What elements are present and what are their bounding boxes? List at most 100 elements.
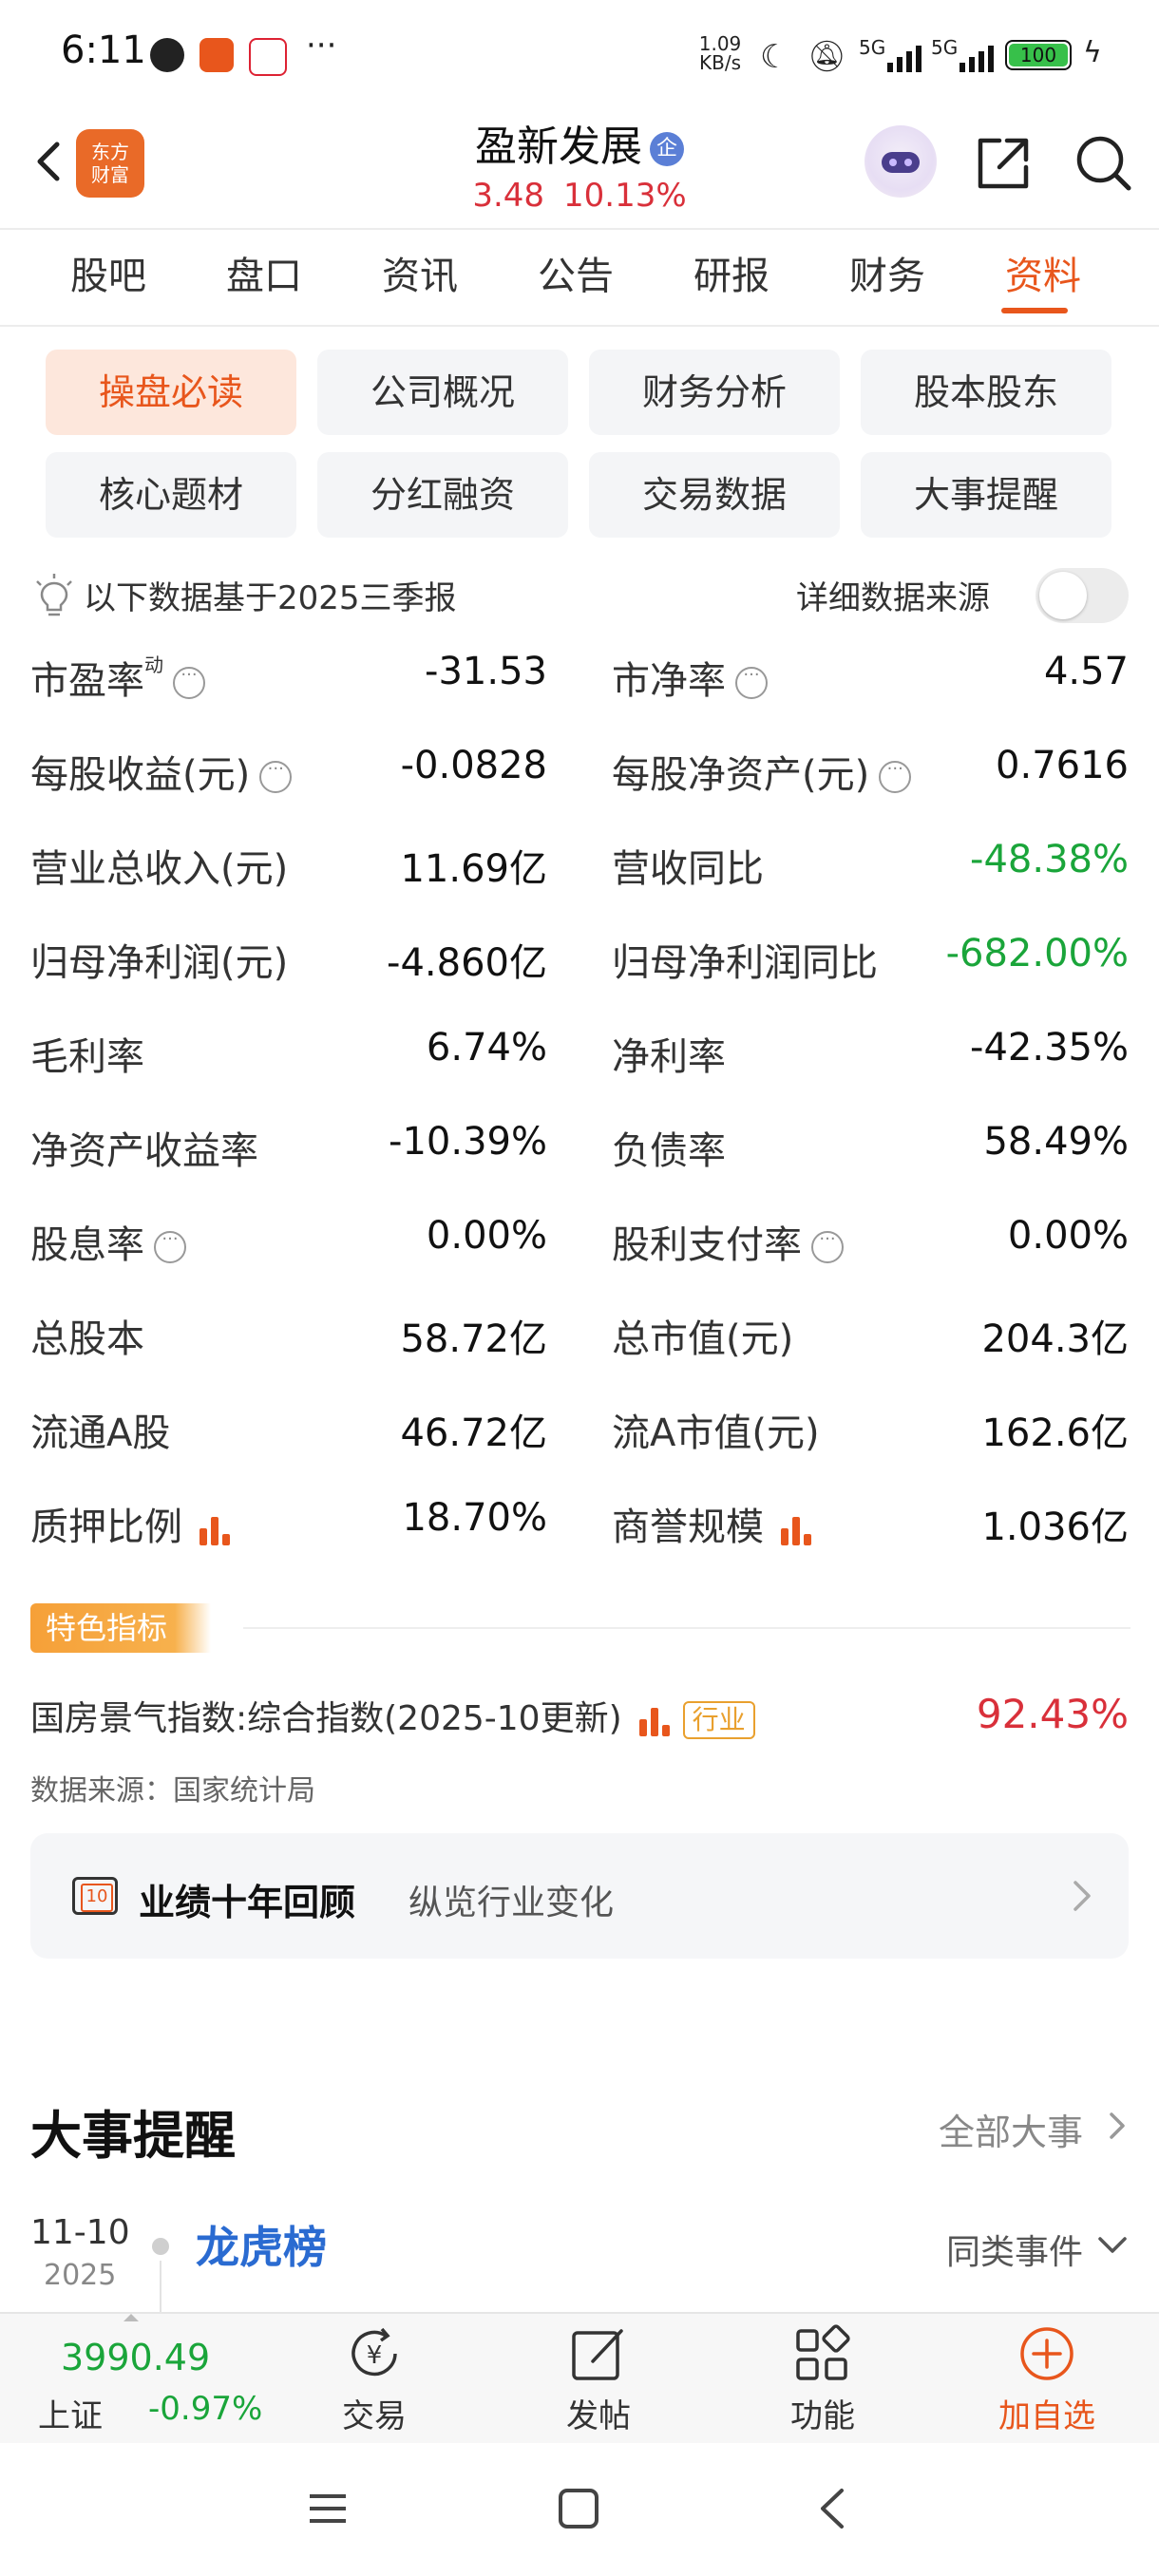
info-icon[interactable] (259, 759, 293, 793)
events-title: 大事提醒 (30, 2106, 236, 2166)
chip-trading-data[interactable]: 交易数据 (589, 452, 840, 538)
metric-label-text: 营收同比 (612, 847, 764, 891)
nav-functions[interactable]: 功能 (747, 2390, 899, 2436)
metric-label-text: 质押比例 (30, 1506, 182, 1549)
metric-value: -31.53 (425, 650, 547, 693)
tab-announcement[interactable]: 公告 (538, 245, 614, 300)
enterprise-badge: 企 (650, 132, 684, 166)
metric-label[interactable]: 质押比例 (30, 1496, 234, 1551)
chip-trading-essentials[interactable]: 操盘必读 (46, 350, 296, 435)
metric-label: 净资产收益率 (30, 1120, 258, 1175)
metric-value: 162.6亿 (981, 1411, 1129, 1455)
info-icon[interactable] (811, 1229, 844, 1263)
nav-post[interactable]: 发帖 (522, 2390, 674, 2436)
tab-news[interactable]: 资讯 (382, 245, 458, 300)
tab-finance[interactable]: 财务 (849, 245, 925, 300)
chip-shareholders[interactable]: 股本股东 (861, 350, 1112, 435)
edit-icon[interactable] (568, 2323, 629, 2384)
info-icon[interactable] (735, 665, 768, 699)
metric-label: 流通A股 (30, 1402, 170, 1457)
metric-value: 4.57 (1043, 650, 1129, 693)
status-bar: 6:11 ··· 1.09 KB/s ☾ 🔕︎ 5G 5G 100 ϟ (0, 0, 1159, 104)
event-title[interactable]: 龙虎榜 (196, 2213, 327, 2276)
chip-company-overview[interactable]: 公司概况 (317, 350, 568, 435)
info-icon[interactable] (879, 759, 912, 793)
search-icon[interactable] (1072, 131, 1136, 196)
tab-guba[interactable]: 股吧 (70, 245, 146, 300)
toggle-knob (1039, 572, 1087, 619)
feature-tag: 特色指标 (30, 1603, 211, 1653)
metric-sup: 动 (144, 653, 163, 676)
metric-label[interactable]: 股利支付率 (612, 1214, 844, 1269)
metric-value: 11.69亿 (400, 847, 547, 891)
battery-level: 100 (1009, 44, 1068, 66)
info-icon[interactable] (154, 1229, 186, 1263)
metric-value: 46.72亿 (400, 1411, 547, 1455)
metric-label-text: 负债率 (612, 1129, 726, 1173)
mute-icon: 🔕︎ (808, 38, 846, 74)
chip-dividend-financing[interactable]: 分红融资 (317, 452, 568, 538)
metric-label[interactable]: 市盈率动 (30, 650, 205, 705)
nav-trade[interactable]: 交易 (298, 2390, 450, 2436)
metric-value: 0.00% (426, 1214, 547, 1258)
tab-profile[interactable]: 资料 (1005, 245, 1081, 300)
chevron-right-icon (1110, 2112, 1125, 2139)
metric-label: 总股本 (30, 1308, 144, 1363)
timeline-line (160, 2261, 162, 2318)
metric-value: -48.38% (970, 838, 1129, 881)
menu-icon[interactable] (306, 2487, 350, 2530)
feature-divider (243, 1627, 1130, 1629)
notification-app-icon (200, 38, 234, 72)
info-icon[interactable] (173, 665, 205, 699)
event-date: 11-10 (30, 2213, 130, 2252)
metric-label-text: 商誉规模 (612, 1506, 764, 1549)
same-type-events[interactable]: 同类事件 (946, 2225, 1083, 2274)
plus-circle-icon[interactable] (1016, 2323, 1077, 2384)
ten-year-icon: 10 (72, 1877, 118, 1915)
all-events-link[interactable]: 全部大事 (939, 2103, 1083, 2155)
chip-financial-analysis[interactable]: 财务分析 (589, 350, 840, 435)
back-icon[interactable] (813, 2487, 851, 2530)
metric-label[interactable]: 每股收益(元) (30, 744, 293, 799)
chip-event-reminders[interactable]: 大事提醒 (861, 452, 1112, 538)
stock-change-pct: 10.13% (563, 177, 687, 215)
nav-add-watchlist[interactable]: 加自选 (971, 2390, 1123, 2436)
home-icon[interactable] (557, 2487, 600, 2530)
sh-index-value[interactable]: 3990.49 (61, 2337, 210, 2378)
ten-year-icon-text: 10 (81, 1884, 113, 1912)
bar-chart-icon[interactable] (198, 1513, 234, 1545)
yen-exchange-icon[interactable]: ¥ (344, 2323, 405, 2384)
metric-label[interactable]: 股息率 (30, 1214, 186, 1269)
bar-chart-icon[interactable] (779, 1513, 815, 1545)
metric-value: 6.74% (426, 1026, 547, 1070)
metric-label-text: 每股净资产(元) (612, 753, 870, 797)
metric-value: 204.3亿 (981, 1317, 1129, 1361)
chip-core-themes[interactable]: 核心题材 (46, 452, 296, 538)
tab-pankou[interactable]: 盘口 (226, 245, 302, 300)
metric-label[interactable]: 市净率 (612, 650, 768, 705)
moon-icon: ☾ (760, 38, 789, 76)
tab-research[interactable]: 研报 (694, 245, 770, 300)
metric-label-text: 股利支付率 (612, 1223, 802, 1267)
grid-icon[interactable] (792, 2323, 853, 2384)
event-year: 2025 (44, 2259, 117, 2292)
housing-index-label: 国房景气指数:综合指数(2025-10更新) (30, 1699, 622, 1738)
ai-assistant-avatar[interactable] (864, 125, 937, 198)
metric-label: 营业总收入(元) (30, 838, 288, 893)
stock-price: 3.48 (472, 177, 545, 215)
housing-index-row[interactable]: 国房景气指数:综合指数(2025-10更新) 行业 (30, 1691, 755, 1740)
bar-chart-icon (637, 1704, 674, 1736)
housing-index-value: 92.43% (976, 1691, 1129, 1737)
svg-text:¥: ¥ (367, 2341, 383, 2370)
data-source-label: 详细数据来源 (796, 579, 990, 617)
net-speed: 1.09 KB/s (698, 32, 742, 74)
metric-value: -682.00% (945, 932, 1129, 975)
metric-value: -0.0828 (400, 744, 547, 787)
battery-icon: 100 (1005, 40, 1072, 70)
metric-label-text: 营业总收入(元) (30, 847, 289, 891)
metric-label[interactable]: 商誉规模 (612, 1496, 815, 1551)
signal-bars-icon-2 (960, 46, 994, 72)
stock-name: 盈新发展 (475, 123, 642, 171)
share-icon[interactable] (971, 131, 1036, 196)
metric-label[interactable]: 每股净资产(元) (612, 744, 912, 799)
